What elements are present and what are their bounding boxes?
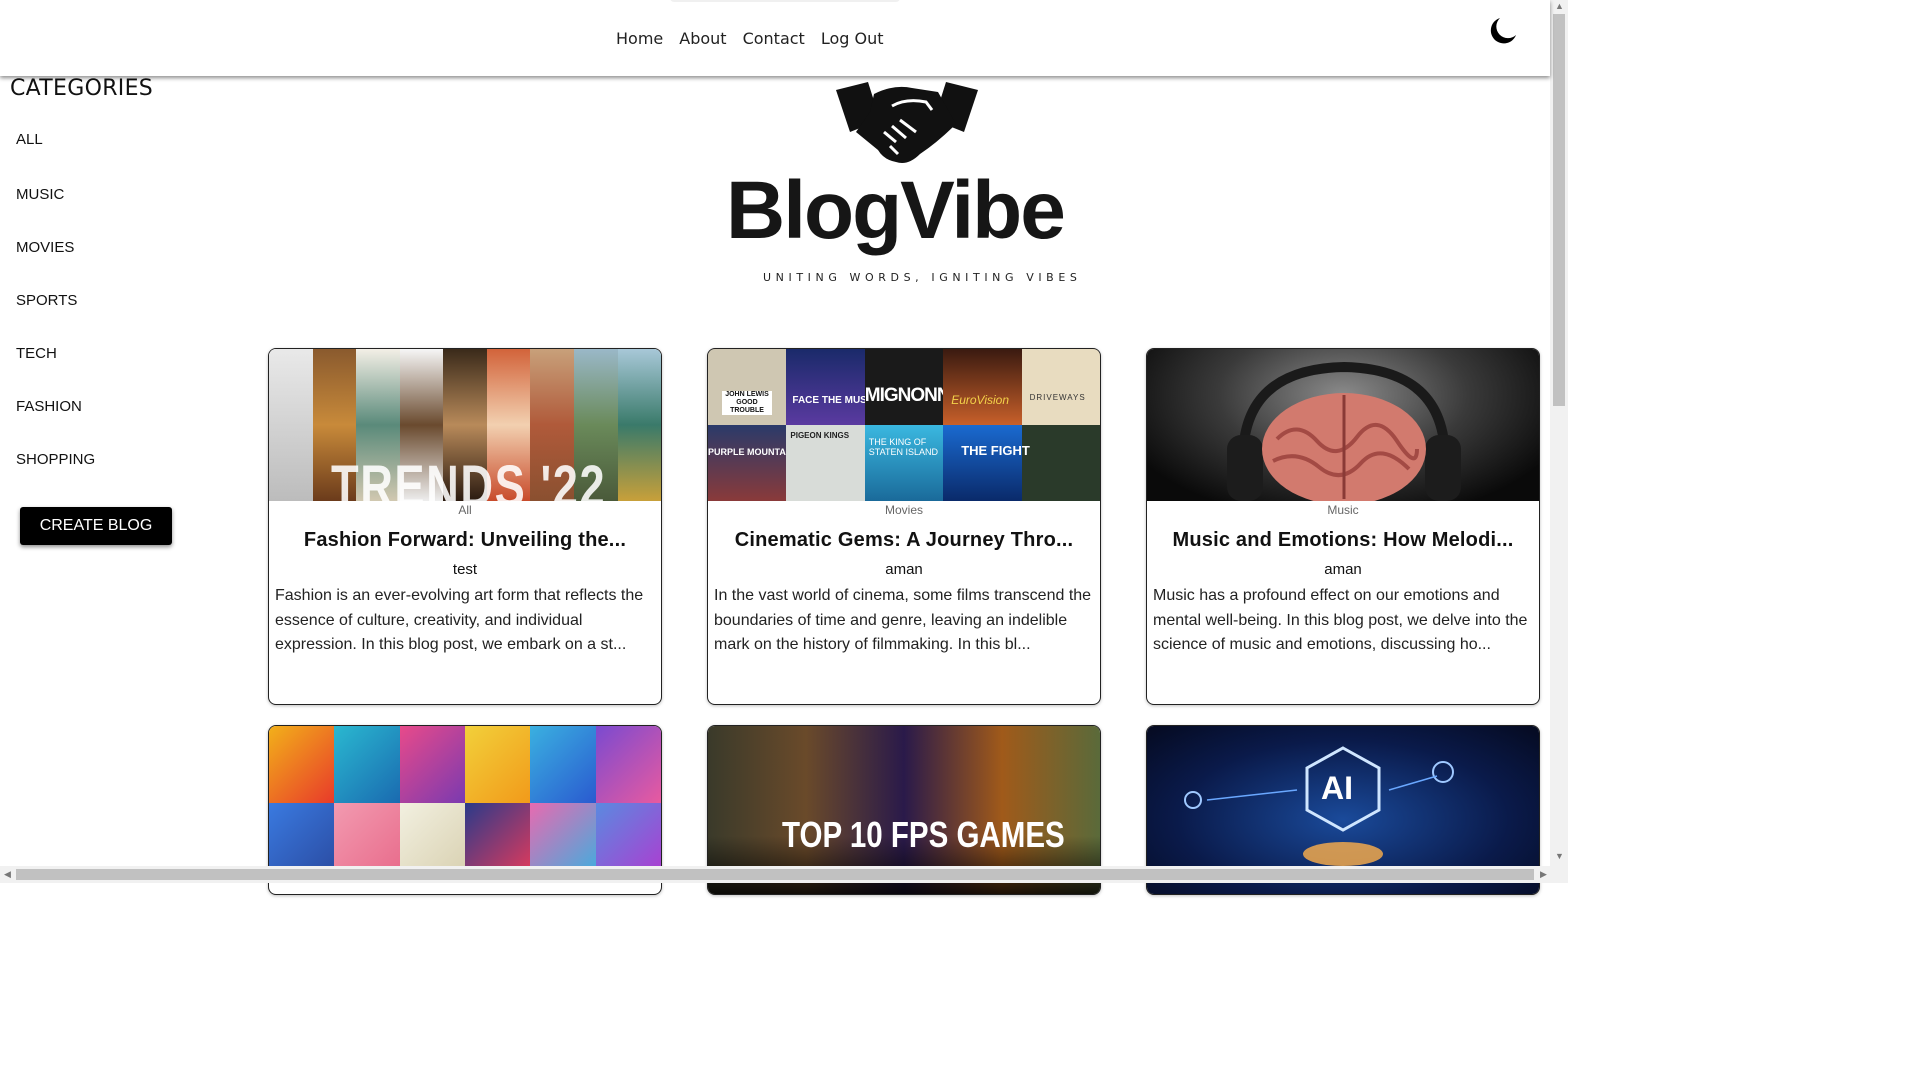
poster-title: JOHN LEWIS GOOD TROUBLE [722,391,772,415]
horizontal-scrollbar[interactable]: ◀ ▶ [0,866,1568,883]
site-logo: BlogVibe UNITING WORDS, IGNITING VIBES [720,76,1090,296]
post-image-music [1147,349,1539,501]
post-title[interactable]: Fashion Forward: Unveiling the... [269,529,661,552]
post-author: aman [885,561,923,578]
poster-title: PIGEON KINGS [790,431,850,440]
nav-contact-link[interactable]: Contact [743,29,805,48]
theme-toggle-button[interactable] [1486,14,1520,48]
scroll-left-arrow-icon[interactable]: ◀ [4,870,11,879]
top-navbar: Home About Contact Log Out [0,0,1550,76]
poster-title: THE FIGHT [961,443,1030,458]
moon-icon [1490,18,1516,44]
blog-card[interactable]: TRENDS '22 All Fashion Forward: Unveilin… [268,348,662,705]
category-fashion[interactable]: FASHION [16,398,82,415]
poster-title: EuroVision [951,393,1010,407]
handshake-icon [836,82,978,163]
post-image-caption: TOP 10 FPS GAMES [782,814,1065,855]
post-category: Music [1327,503,1359,517]
post-excerpt: In the vast world of cinema, some films … [714,587,1092,653]
scroll-right-arrow-icon[interactable]: ▶ [1540,870,1547,879]
blog-card[interactable]: JOHN LEWIS GOOD TROUBLE FACE THE MUSIC M… [707,348,1101,705]
category-sports[interactable]: SPORTS [16,292,77,309]
category-shopping[interactable]: SHOPPING [16,451,95,468]
horizontal-scroll-thumb[interactable] [16,869,1534,880]
post-image-movies: JOHN LEWIS GOOD TROUBLE FACE THE MUSIC M… [708,349,1100,501]
post-title[interactable]: Cinematic Gems: A Journey Thro... [708,529,1100,552]
post-title[interactable]: Music and Emotions: How Melodi... [1147,529,1539,552]
category-music[interactable]: MUSIC [16,186,64,203]
scroll-down-arrow-icon[interactable]: ▼ [1555,852,1564,861]
create-blog-button[interactable]: CREATE BLOG [20,507,172,545]
post-image-caption: AI [1321,770,1353,806]
nav-about-link[interactable]: About [679,29,726,48]
scroll-up-arrow-icon[interactable]: ▲ [1555,2,1564,11]
poster-title: THE KING OF STATEN ISLAND [868,437,938,457]
post-excerpt: Music has a profound effect on our emoti… [1153,587,1528,653]
nav-links: Home About Contact Log Out [616,29,883,48]
post-category: Movies [884,503,923,517]
vertical-scroll-thumb[interactable] [1553,14,1565,406]
nav-logout-link[interactable]: Log Out [821,29,884,48]
poster-title: DRIVEWAYS [1029,393,1086,402]
vertical-scrollbar[interactable]: ▲ ▼ [1550,0,1568,866]
brain-headphones-image [1227,361,1461,501]
post-image-fashion: TRENDS '22 [269,349,661,501]
nav-home-link[interactable]: Home [616,29,663,48]
categories-title: CATEGORIES [10,76,154,101]
category-movies[interactable]: MOVIES [16,239,74,256]
blog-card[interactable]: Music Music and Emotions: How Melodi... … [1146,348,1540,705]
post-author: aman [1324,561,1362,578]
post-image-caption: TRENDS '22 [331,454,607,501]
navbar-highlight [670,0,900,2]
post-author: test [452,561,478,578]
logo-tagline: UNITING WORDS, IGNITING VIBES [763,271,1082,284]
post-excerpt: Fashion is an ever-evolving art form tha… [275,587,644,653]
logo-wordmark: BlogVibe [726,165,1066,256]
category-tech[interactable]: TECH [16,345,57,362]
post-category: All [458,503,472,517]
category-all[interactable]: ALL [16,131,43,148]
